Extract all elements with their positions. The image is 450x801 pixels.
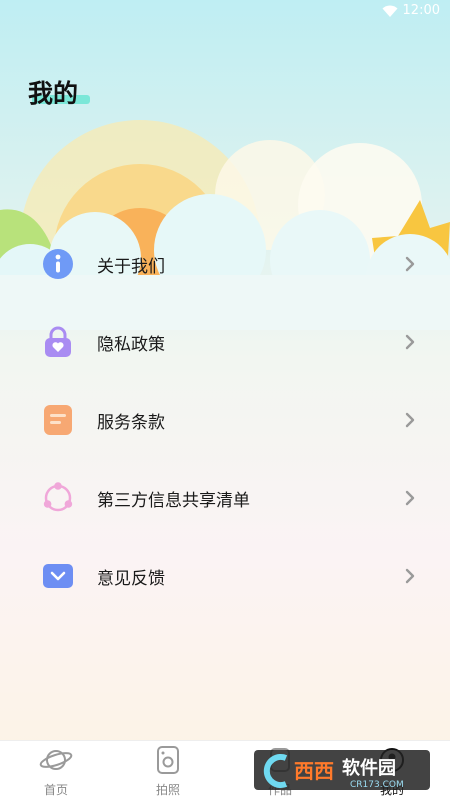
menu-item-label: 意见反馈 (97, 568, 165, 589)
nav-item-home[interactable]: 首页 (16, 741, 96, 801)
menu-item-feedback[interactable]: 意见反馈 (0, 537, 450, 615)
svg-text:CR173.COM: CR173.COM (350, 780, 404, 790)
share-icon (42, 482, 74, 514)
menu-item-third-party-sharing[interactable]: 第三方信息共享清单 (0, 459, 450, 537)
nav-item-camera[interactable]: 拍照 (128, 741, 208, 801)
menu-item-about[interactable]: 关于我们 (0, 225, 450, 303)
svg-text:软件园: 软件园 (342, 757, 396, 779)
chevron-right-icon (405, 490, 415, 506)
camera-icon (157, 746, 179, 774)
chevron-right-icon (405, 568, 415, 584)
nav-label: 首页 (43, 783, 68, 797)
chevron-right-icon (405, 256, 415, 272)
page-title: 我的 (28, 79, 79, 108)
menu-item-terms[interactable]: 服务条款 (0, 381, 450, 459)
menu-item-label: 第三方信息共享清单 (97, 490, 250, 511)
menu-item-label: 服务条款 (97, 412, 165, 433)
chevron-right-icon (405, 334, 415, 350)
chevron-right-icon (405, 412, 415, 428)
menu-item-label: 关于我们 (97, 256, 165, 277)
wifi-icon (382, 5, 398, 17)
svg-text:西西: 西西 (294, 759, 334, 783)
planet-icon (39, 750, 73, 770)
document-icon (42, 404, 74, 436)
site-watermark: 西西 软件园 CR173.COM (254, 744, 430, 796)
menu-item-label: 隐私政策 (97, 334, 165, 355)
nav-label: 拍照 (155, 783, 180, 797)
lock-heart-icon (42, 326, 74, 358)
status-bar: 12:00 (0, 0, 450, 24)
feedback-icon (42, 560, 74, 592)
info-icon (42, 248, 74, 280)
status-time: 12:00 (402, 3, 440, 18)
menu-item-privacy[interactable]: 隐私政策 (0, 303, 450, 381)
settings-menu: 关于我们 隐私政策 服务条款 第三方信息共享清单 意见反馈 (0, 225, 450, 615)
